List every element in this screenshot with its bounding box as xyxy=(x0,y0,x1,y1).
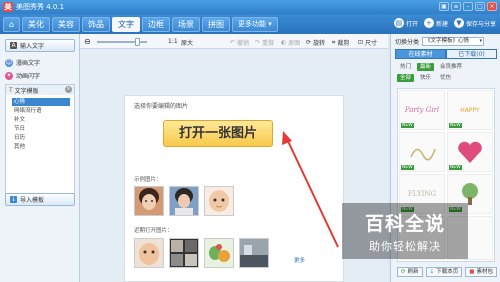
tab-accessories[interactable]: 饰品 xyxy=(82,17,110,32)
tab-frame[interactable]: 边框 xyxy=(142,17,170,32)
tab-beauty[interactable]: 美容 xyxy=(52,17,80,32)
folder-icon: ▤ xyxy=(393,18,404,28)
chip-member-recommended[interactable]: 会员推荐 xyxy=(437,63,465,71)
tree-item-mood[interactable]: 心情 xyxy=(12,98,70,106)
tab-scene[interactable]: 场景 xyxy=(172,17,200,32)
download-page-button[interactable]: ↓ 下载本页 xyxy=(425,267,463,277)
refresh-icon: ⟳ xyxy=(401,269,406,275)
new-badge: NEW xyxy=(401,165,414,170)
tab-downloaded[interactable]: 已下载(0) xyxy=(446,49,497,59)
window-controls: ▣ ≡ – □ × xyxy=(439,2,497,11)
material-item[interactable]: HAPPY NEW xyxy=(447,90,493,130)
edit-toolbar: ⊖ 1:1 原大 ↶ 撤销 ↷ 重做 ◐ 原图 ⟳ 旋转 ⌗ 裁剪 ⊡ 尺寸 xyxy=(80,34,388,49)
input-text-button[interactable]: A 输入文字 xyxy=(5,39,75,52)
template-tree-header: T 文字模板 × xyxy=(6,85,74,95)
heart-icon xyxy=(458,141,482,163)
rotate-button[interactable]: ⟳ 旋转 xyxy=(306,38,325,47)
crop-button[interactable]: ⌗ 裁剪 xyxy=(332,38,349,48)
refresh-button[interactable]: ⟳ 刷新 xyxy=(397,267,423,277)
resize-icon: ⊡ xyxy=(358,39,364,46)
new-button[interactable]: + 新建 xyxy=(423,18,448,28)
tree-item-calendar[interactable]: 日历 xyxy=(14,134,72,142)
tab-text[interactable]: 文字 xyxy=(112,17,140,32)
template-tree: T 文字模板 × 心情 网络流行语 补文 节日 日历 其他 xyxy=(5,84,75,194)
material-pack-button[interactable]: ■ 素材包 xyxy=(465,267,497,277)
minimize-icon[interactable]: – xyxy=(463,2,473,11)
zoom-slider-handle[interactable] xyxy=(135,38,140,46)
animated-text-item[interactable]: ✦ 动画闪字 xyxy=(5,71,40,80)
zoom-out-icon[interactable]: ⊖ xyxy=(84,37,91,46)
app-logo-icon: 美 xyxy=(3,2,13,12)
tab-collage[interactable]: 拼图 xyxy=(202,17,230,32)
material-item[interactable]: NEW xyxy=(447,132,493,172)
title-bar: 美 美图秀秀 4.0.1 ▣ ≡ – □ × xyxy=(0,0,500,14)
maximize-icon[interactable]: □ xyxy=(475,2,485,11)
decorative-text-icon xyxy=(410,148,436,161)
chip-all[interactable]: 全部 xyxy=(397,74,415,82)
comic-icon: ☺ xyxy=(5,58,13,67)
left-panel: A 输入文字 ☺ 漫画文字 ✦ 动画闪字 T 文字模板 × 心情 网络流行语 补… xyxy=(0,34,80,282)
category-switch: 切换分类 《文字模板》心情 ▾ xyxy=(395,37,485,46)
tab-beautify[interactable]: 美化 xyxy=(22,17,50,32)
download-icon: ↓ xyxy=(429,269,435,275)
zoom-slider[interactable] xyxy=(97,38,147,46)
tab-home[interactable]: ⌂ xyxy=(3,17,20,32)
reset-original-button[interactable]: ◐ 原图 xyxy=(281,38,300,47)
tree-item-other[interactable]: 其他 xyxy=(14,143,72,151)
watermark-title: 百科全说 xyxy=(364,213,445,235)
redo-button[interactable]: ↷ 重做 xyxy=(255,38,274,47)
skin-icon[interactable]: ▣ xyxy=(439,2,449,11)
tab-online-material[interactable]: 在线素材 xyxy=(395,49,446,59)
import-icon: ↓ xyxy=(10,196,17,203)
main-tab-bar: ⌂ 美化 美容 饰品 文字 边框 场景 拼图 更多功能 ▾ ▤ 打开 + 新建 … xyxy=(0,14,500,34)
original-size-button[interactable]: 原大 xyxy=(181,38,193,47)
text-icon: A xyxy=(10,42,17,49)
reset-icon: ◐ xyxy=(281,39,287,46)
redo-icon: ↷ xyxy=(255,39,261,46)
chip-happy[interactable]: 快乐 xyxy=(417,74,434,82)
material-item[interactable]: Party Girl NEW xyxy=(399,90,445,130)
zoom-level[interactable]: 1:1 xyxy=(168,38,178,45)
template-icon: T xyxy=(9,86,13,94)
close-icon[interactable]: × xyxy=(65,86,72,93)
undo-button[interactable]: ↶ 撤销 xyxy=(230,38,249,47)
new-badge: NEW xyxy=(449,123,462,128)
size-button[interactable]: ⊡ 尺寸 xyxy=(358,38,377,47)
package-icon: ■ xyxy=(469,269,475,275)
tree-item-festival[interactable]: 节日 xyxy=(14,125,72,133)
save-share-button[interactable]: ▼ 保存与分享 xyxy=(453,18,496,28)
tree-item-popular-phrases[interactable]: 网络流行语 xyxy=(14,107,72,115)
new-badge: NEW xyxy=(449,165,462,170)
watermark-subtitle: 助你轻松解决 xyxy=(369,240,441,253)
undo-icon: ↶ xyxy=(230,39,236,46)
new-badge: NEW xyxy=(401,123,414,128)
chip-hot[interactable]: 热门 xyxy=(397,63,414,71)
sparkle-icon: ✦ xyxy=(5,71,13,80)
chip-sad[interactable]: 忧伤 xyxy=(437,74,454,82)
import-template-button[interactable]: ↓ 导入模板 xyxy=(5,193,75,206)
tree-item-supplement[interactable]: 补文 xyxy=(14,116,72,124)
app-title: 美图秀秀 4.0.1 xyxy=(16,3,65,11)
category-select[interactable]: 《文字模板》心情 ▾ xyxy=(422,37,485,46)
crop-icon: ⌗ xyxy=(332,38,336,46)
material-item[interactable]: NEW xyxy=(399,132,445,172)
chevron-down-icon: ▾ xyxy=(479,38,483,44)
menu-icon[interactable]: ≡ xyxy=(451,2,461,11)
watermark-overlay: 百科全说 助你轻松解决 xyxy=(342,203,468,259)
close-icon[interactable]: × xyxy=(487,2,497,11)
save-icon: ▼ xyxy=(453,18,464,28)
rotate-icon: ⟳ xyxy=(306,39,312,46)
open-button[interactable]: ▤ 打开 xyxy=(393,18,418,28)
plus-icon: + xyxy=(423,18,434,28)
chip-newest[interactable]: 最新 xyxy=(417,63,435,71)
tab-more-functions[interactable]: 更多功能 ▾ xyxy=(232,17,278,32)
comic-text-item[interactable]: ☺ 漫画文字 xyxy=(5,58,40,67)
